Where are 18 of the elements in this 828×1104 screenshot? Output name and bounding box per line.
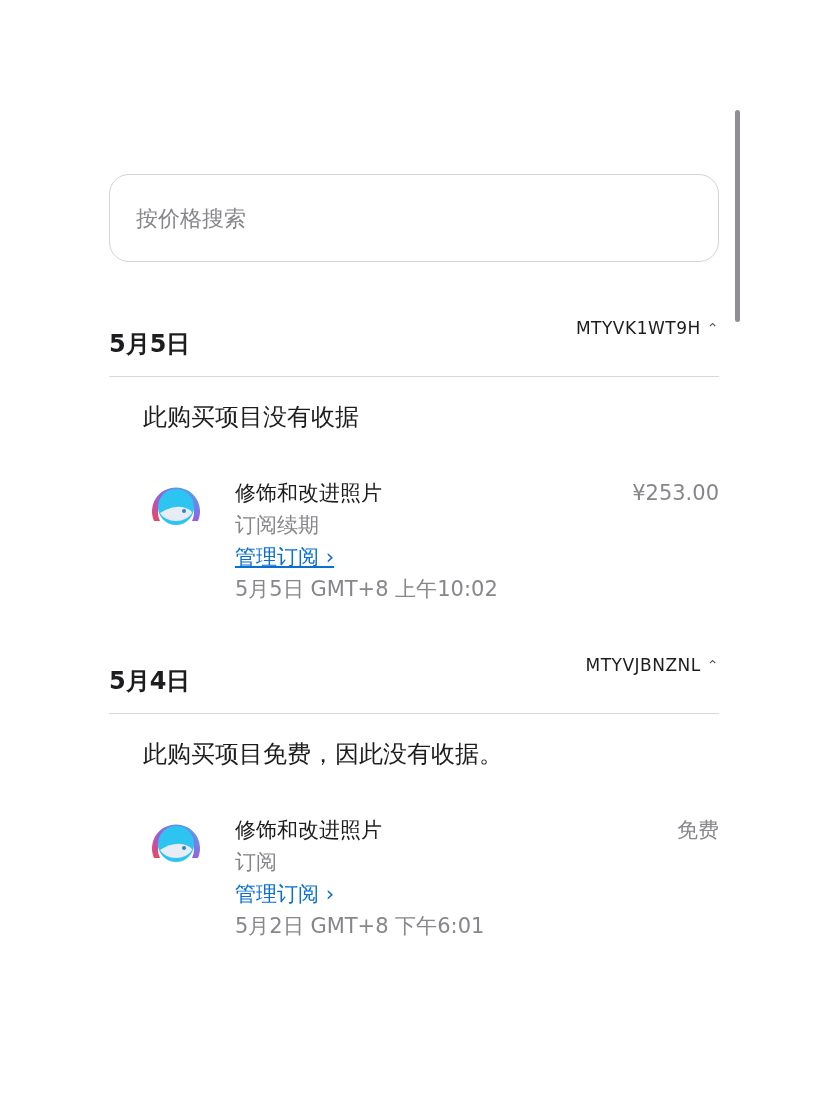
receipt-note: 此购买项目免费，因此没有收据。 [143, 739, 504, 770]
purchase-datetime: 5月2日 GMT+8 下午6:01 [235, 913, 486, 940]
item-type: 订阅续期 [235, 512, 320, 539]
section-date: 5月5日 [109, 329, 191, 360]
item-title: 修饰和改进照片 [235, 480, 382, 507]
order-id-toggle[interactable]: MTYVJBNZNL ⌃ [585, 655, 719, 675]
item-title: 修饰和改进照片 [235, 817, 382, 844]
receipt-note: 此购买项目没有收据 [143, 402, 360, 433]
item-type: 订阅 [235, 849, 278, 876]
purchase-datetime: 5月5日 GMT+8 上午10:02 [235, 576, 499, 603]
manage-subscription-link[interactable]: 管理订阅 › [235, 541, 335, 573]
search-field[interactable]: 按价格搜索 [109, 174, 719, 262]
manage-subscription-link[interactable]: 管理订阅 › [235, 878, 335, 910]
item-price: ¥253.00 [632, 480, 719, 507]
section-date: 5月4日 [109, 666, 191, 697]
order-id-toggle[interactable]: MTYVK1WT9H ⌃ [575, 318, 719, 338]
item-price: 免费 [677, 817, 719, 844]
scrollbar[interactable] [735, 110, 740, 322]
